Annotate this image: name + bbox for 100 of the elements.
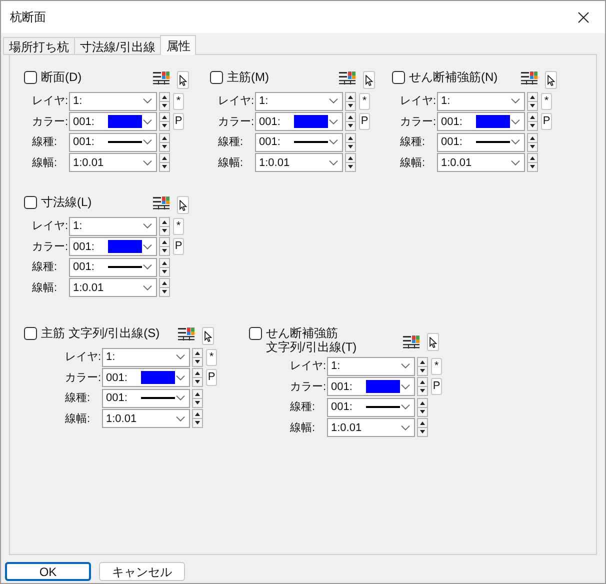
checkbox[interactable]: [24, 327, 37, 340]
spin-buttons[interactable]: [417, 418, 428, 438]
pick-button[interactable]: [363, 71, 375, 89]
spin-buttons[interactable]: [192, 348, 203, 367]
dropdown-field[interactable]: 001:: [69, 258, 157, 277]
dropdown-field[interactable]: 1:: [327, 356, 415, 376]
down-arrow-icon[interactable]: [160, 142, 169, 151]
side-button[interactable]: P: [431, 378, 442, 396]
up-arrow-icon[interactable]: [418, 419, 427, 428]
spin-buttons[interactable]: [192, 368, 203, 388]
spin-buttons[interactable]: [527, 153, 538, 172]
color-palette-icon[interactable]: [152, 196, 170, 210]
spin-buttons[interactable]: [159, 278, 170, 298]
checkbox-label[interactable]: 文字列/引出線(T): [266, 340, 357, 354]
spin-buttons[interactable]: [417, 398, 428, 417]
pick-button[interactable]: [177, 71, 189, 89]
up-arrow-icon[interactable]: [346, 154, 355, 162]
side-button[interactable]: P: [359, 113, 370, 130]
up-arrow-icon[interactable]: [528, 154, 537, 162]
checkbox-label[interactable]: せん断補強筋(N): [409, 70, 498, 84]
checkbox[interactable]: [24, 196, 37, 209]
dropdown-field[interactable]: 1:0.01: [255, 153, 343, 172]
checkbox[interactable]: [24, 71, 37, 84]
checkbox-label[interactable]: せん断補強筋: [266, 326, 357, 340]
down-arrow-icon[interactable]: [160, 226, 169, 235]
spin-buttons[interactable]: [345, 153, 356, 172]
dropdown-field[interactable]: 001:: [437, 132, 525, 152]
up-arrow-icon[interactable]: [193, 369, 202, 378]
dropdown-field[interactable]: 001:: [69, 132, 157, 152]
side-button[interactable]: P: [541, 113, 552, 130]
down-arrow-icon[interactable]: [418, 366, 427, 375]
dropdown-field[interactable]: 1:: [437, 92, 525, 111]
dropdown-field[interactable]: 1:0.01: [437, 153, 525, 172]
down-arrow-icon[interactable]: [528, 142, 537, 151]
color-palette-icon[interactable]: [402, 335, 420, 349]
side-button[interactable]: *: [173, 92, 184, 110]
dropdown-field[interactable]: 001:: [69, 237, 157, 256]
checkbox-label[interactable]: 寸法線(L): [41, 195, 92, 209]
side-button[interactable]: P: [173, 113, 184, 130]
up-arrow-icon[interactable]: [160, 238, 169, 246]
down-arrow-icon[interactable]: [193, 398, 202, 407]
down-arrow-icon[interactable]: [418, 408, 427, 416]
spin-buttons[interactable]: [159, 132, 170, 152]
spin-buttons[interactable]: [527, 92, 538, 111]
down-arrow-icon[interactable]: [346, 142, 355, 151]
dialog-button[interactable]: キャンセル: [99, 562, 185, 581]
down-arrow-icon[interactable]: [160, 102, 169, 110]
spin-buttons[interactable]: [417, 377, 428, 396]
spin-buttons[interactable]: [159, 92, 170, 111]
color-palette-icon[interactable]: [338, 71, 356, 85]
pick-button[interactable]: [202, 327, 214, 345]
spin-buttons[interactable]: [345, 112, 356, 132]
checkbox[interactable]: [392, 71, 405, 84]
dropdown-field[interactable]: 1:: [255, 92, 343, 111]
dropdown-field[interactable]: 1:: [69, 92, 157, 111]
dropdown-field[interactable]: 001:: [102, 368, 190, 388]
dropdown-field[interactable]: 001:: [327, 398, 415, 417]
spin-buttons[interactable]: [192, 409, 203, 428]
spin-buttons[interactable]: [159, 153, 170, 172]
spin-buttons[interactable]: [159, 112, 170, 132]
checkbox-label[interactable]: 主筋(M): [227, 70, 269, 84]
side-button[interactable]: *: [431, 358, 442, 375]
dropdown-field[interactable]: 1:0.01: [327, 418, 415, 438]
dropdown-field[interactable]: 1:: [102, 348, 190, 367]
side-button[interactable]: P: [173, 238, 184, 256]
pick-button[interactable]: [427, 333, 439, 351]
up-arrow-icon[interactable]: [160, 113, 169, 122]
spin-buttons[interactable]: [159, 258, 170, 277]
side-button[interactable]: *: [359, 92, 370, 110]
checkbox-label[interactable]: 断面(D): [41, 70, 82, 84]
dialog-button[interactable]: OK: [5, 562, 91, 581]
tab[interactable]: 場所打ち杭: [3, 37, 75, 55]
side-button[interactable]: *: [173, 218, 184, 235]
down-arrow-icon[interactable]: [160, 268, 169, 276]
dropdown-field[interactable]: 001:: [327, 377, 415, 396]
tab[interactable]: 寸法線/引出線: [74, 37, 162, 55]
dropdown-field[interactable]: 001:: [437, 112, 525, 132]
dropdown-field[interactable]: 001:: [255, 132, 343, 152]
dropdown-field[interactable]: 001:: [69, 112, 157, 132]
down-arrow-icon[interactable]: [346, 102, 355, 110]
checkbox-label[interactable]: 主筋 文字列/引出線(S): [41, 326, 160, 340]
pick-button[interactable]: [545, 71, 557, 89]
dropdown-field[interactable]: 001:: [255, 112, 343, 132]
down-arrow-icon[interactable]: [528, 102, 537, 110]
spin-buttons[interactable]: [159, 216, 170, 236]
up-arrow-icon[interactable]: [193, 410, 202, 418]
color-palette-icon[interactable]: [152, 71, 170, 85]
spin-buttons[interactable]: [527, 112, 538, 132]
side-button[interactable]: P: [206, 369, 217, 386]
dropdown-field[interactable]: 001:: [102, 388, 190, 408]
dropdown-field[interactable]: 1:0.01: [69, 153, 157, 172]
dropdown-field[interactable]: 1:: [69, 216, 157, 236]
color-palette-icon[interactable]: [520, 71, 538, 85]
up-arrow-icon[interactable]: [346, 113, 355, 122]
up-arrow-icon[interactable]: [160, 154, 169, 162]
up-arrow-icon[interactable]: [418, 378, 427, 386]
spin-buttons[interactable]: [345, 92, 356, 111]
spin-buttons[interactable]: [192, 388, 203, 408]
dropdown-field[interactable]: 1:0.01: [102, 409, 190, 428]
down-arrow-icon[interactable]: [193, 358, 202, 366]
